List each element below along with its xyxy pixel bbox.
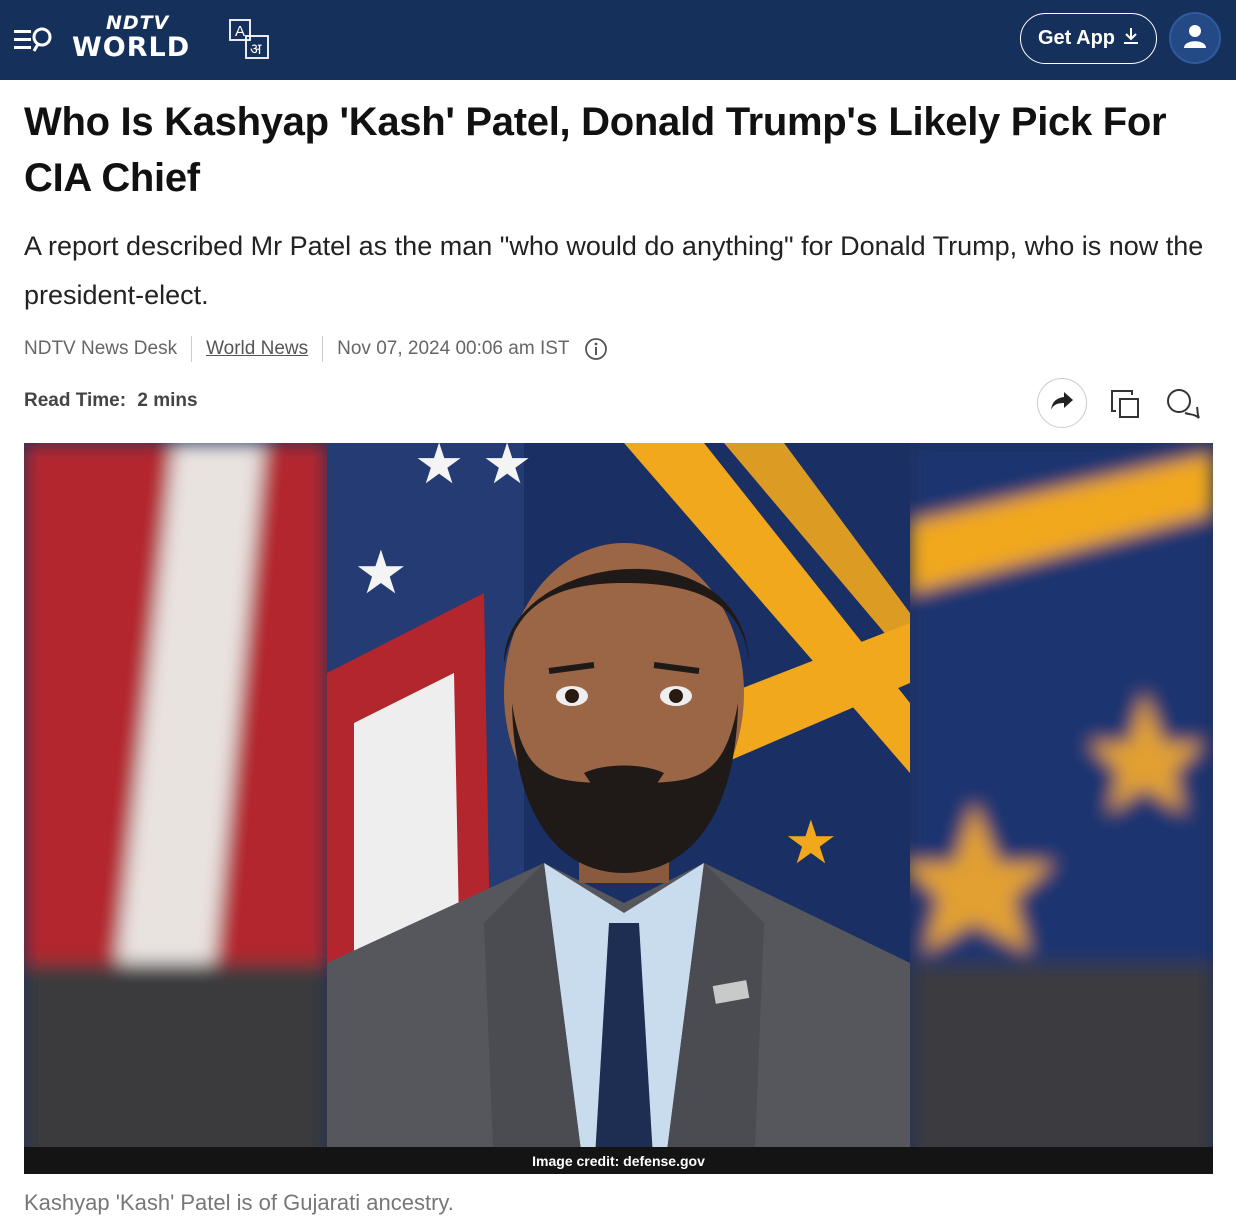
share-icon [1050,390,1074,417]
user-icon [1183,23,1207,54]
article-hero-image: ★ ★ ★ ★ [24,443,1213,1174]
image-caption: Kashyap 'Kash' Patel is of Gujarati ance… [24,1190,454,1215]
author-name: NDTV News Desk [24,338,178,359]
portrait-photo: ★ ★ ★ ★ [24,443,1213,1174]
menu-search-icon[interactable] [14,26,56,54]
svg-text:★ ★: ★ ★ [414,443,532,497]
article-summary: A report described Mr Patel as the man "… [24,231,1204,310]
top-navigation-bar: NDTV WORLD A अ Get App [0,0,1236,80]
copy-icon[interactable] [1108,387,1142,421]
lang-latin-glyph: A [235,23,245,40]
ndtv-world-logo[interactable]: NDTV WORLD [72,12,222,68]
article-meta: NDTV News Desk World News Nov 07, 2024 0… [24,334,608,364]
get-app-button[interactable]: Get App [1020,13,1157,64]
comment-icon[interactable] [1165,387,1201,421]
read-time-label: Read Time: [24,390,127,411]
info-icon[interactable] [584,337,608,361]
publish-timestamp: Nov 07, 2024 00:06 am IST [337,338,570,359]
share-button[interactable] [1037,378,1087,428]
svg-text:★: ★ [354,538,408,608]
image-credit-text: Image credit: defense.gov [532,1152,705,1169]
article-headline: Who Is Kashyap 'Kash' Patel, Donald Trum… [24,100,1167,200]
user-account-button[interactable] [1169,12,1221,64]
meta-divider [322,336,324,362]
language-toggle-icon[interactable]: A अ [228,18,270,60]
image-credit-bar: Image credit: defense.gov [24,1147,1213,1174]
lang-hindi-glyph: अ [250,40,262,58]
download-icon [1123,27,1139,51]
meta-divider [191,336,193,362]
read-time-value: 2 mins [137,390,198,411]
logo-ndtv-text: NDTV [106,12,170,34]
category-link[interactable]: World News [206,338,308,360]
read-time: Read Time: 2 mins [24,390,198,412]
logo-world-text: WORLD [72,32,191,63]
get-app-label: Get App [1037,27,1116,49]
svg-text:★: ★ [784,808,838,878]
